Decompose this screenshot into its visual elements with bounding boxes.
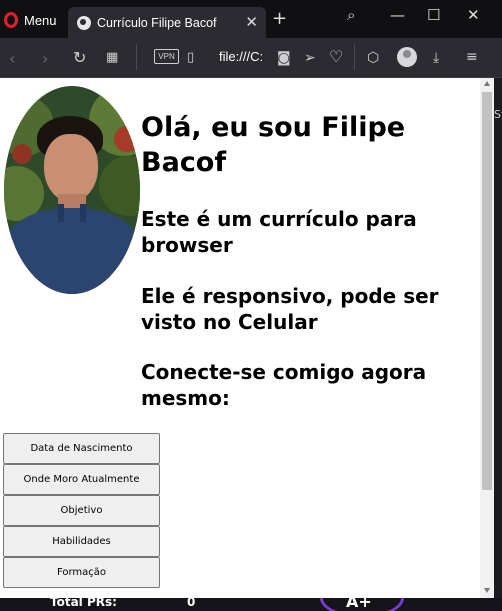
file-icon: ▯ [187, 50, 195, 65]
scroll-thumb[interactable] [482, 92, 492, 490]
vpn-badge[interactable]: VPN [154, 49, 179, 64]
camera-icon[interactable]: ◙ [277, 49, 291, 67]
globe-icon [77, 15, 91, 30]
vertical-scrollbar[interactable] [480, 78, 494, 598]
menu-label: Menu [24, 12, 57, 28]
education-button[interactable]: Formação [3, 557, 160, 588]
grade-value: A+ [346, 598, 372, 611]
current-location-button[interactable]: Onde Moro Atualmente [3, 464, 160, 495]
intro-line-1: Este é um currículo para browser [141, 207, 417, 257]
toolbar-divider [354, 44, 355, 70]
download-icon[interactable]: ⤓ [433, 49, 439, 67]
window-close-icon[interactable]: ✕ [467, 6, 480, 24]
send-icon[interactable]: ➢ [304, 49, 316, 67]
new-tab-icon[interactable]: + [272, 8, 287, 29]
background-window-bottom: Total PRs: 0 A+ [0, 598, 502, 611]
background-window-edge: St [494, 78, 502, 611]
address-bar[interactable]: file:///C: [219, 49, 263, 64]
page-viewport: Olá, eu sou Filipe Bacof Este é um currí… [0, 78, 494, 598]
profile-photo [4, 86, 140, 294]
back-icon[interactable]: ‹ [9, 50, 15, 68]
intro-line-2: Ele é responsivo, pode ser visto no Celu… [141, 284, 439, 334]
scroll-down-icon[interactable] [484, 588, 490, 593]
skills-button[interactable]: Habilidades [3, 526, 160, 557]
opera-menu-button[interactable]: Menu [4, 8, 57, 32]
active-tab[interactable]: Currículo Filipe Bacof ✕ [68, 7, 266, 38]
profile-avatar-icon[interactable] [397, 47, 417, 67]
birth-date-button[interactable]: Data de Nascimento [3, 433, 160, 464]
tab-title: Currículo Filipe Bacof [97, 15, 217, 30]
heart-icon[interactable]: ♡ [329, 48, 343, 66]
opera-logo-icon [4, 12, 18, 28]
minimize-icon[interactable]: — [390, 6, 405, 24]
close-tab-icon[interactable]: ✕ [245, 13, 258, 31]
total-prs-value: 0 [187, 598, 196, 609]
total-prs-label: Total PRs: [50, 598, 117, 609]
section-buttons: Data de Nascimento Onde Moro Atualmente … [3, 433, 160, 588]
objective-button[interactable]: Objetivo [3, 495, 160, 526]
extensions-cube-icon[interactable]: ⬡ [367, 49, 379, 67]
forward-icon[interactable]: › [42, 50, 48, 68]
reload-icon[interactable]: ↻ [73, 49, 86, 67]
search-icon[interactable]: ⌕ [347, 6, 355, 24]
easy-setup-icon[interactable]: ≡ [466, 48, 478, 66]
intro-line-3: Conecte-se comigo agora mesmo: [141, 360, 427, 410]
page-title: Olá, eu sou Filipe Bacof [141, 112, 406, 178]
tab-bar: Menu Currículo Filipe Bacof ✕ + ⌕ — ☐ ✕ [0, 0, 502, 38]
toolbar-divider [136, 44, 137, 70]
maximize-icon[interactable]: ☐ [427, 6, 440, 24]
scroll-up-icon[interactable] [484, 81, 490, 86]
speed-dial-icon[interactable]: ▦ [106, 49, 118, 67]
background-side-text: St [494, 108, 502, 121]
